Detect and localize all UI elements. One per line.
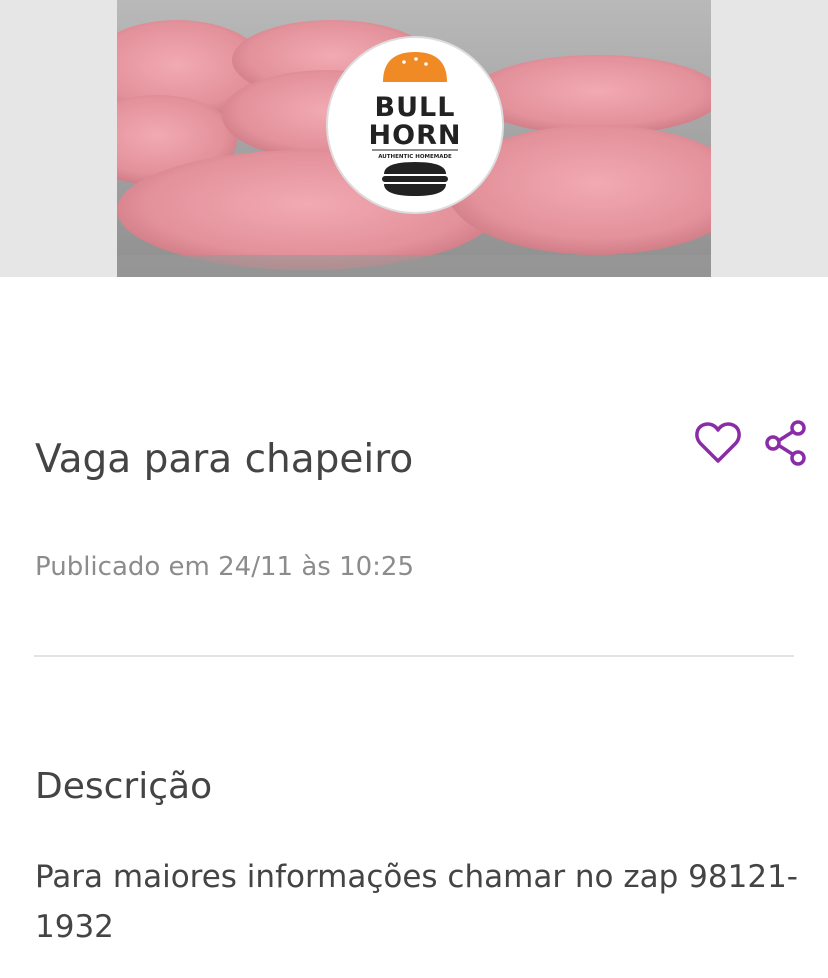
description-body: Para maiores informações chamar no zap 9… — [35, 859, 798, 945]
description-heading: Descrição — [35, 766, 213, 807]
listing-title: Vaga para chapeiro — [35, 437, 414, 482]
published-date: Publicado em 24/11 às 10:25 — [35, 552, 415, 582]
burger-icon — [382, 162, 448, 196]
logo-tagline: AUTHENTIC HOMEMADE — [378, 154, 452, 160]
heart-outline-icon[interactable] — [694, 421, 742, 465]
bull-horn-logo: BULL HORN AUTHENTIC HOMEMADE — [326, 36, 504, 214]
logo-line1: BULL — [375, 92, 456, 123]
share-icon[interactable] — [764, 420, 808, 466]
divider — [34, 655, 794, 657]
listing-image-banner[interactable]: BULL HORN AUTHENTIC HOMEMADE — [0, 0, 828, 277]
logo-line2: HORN — [369, 120, 462, 151]
